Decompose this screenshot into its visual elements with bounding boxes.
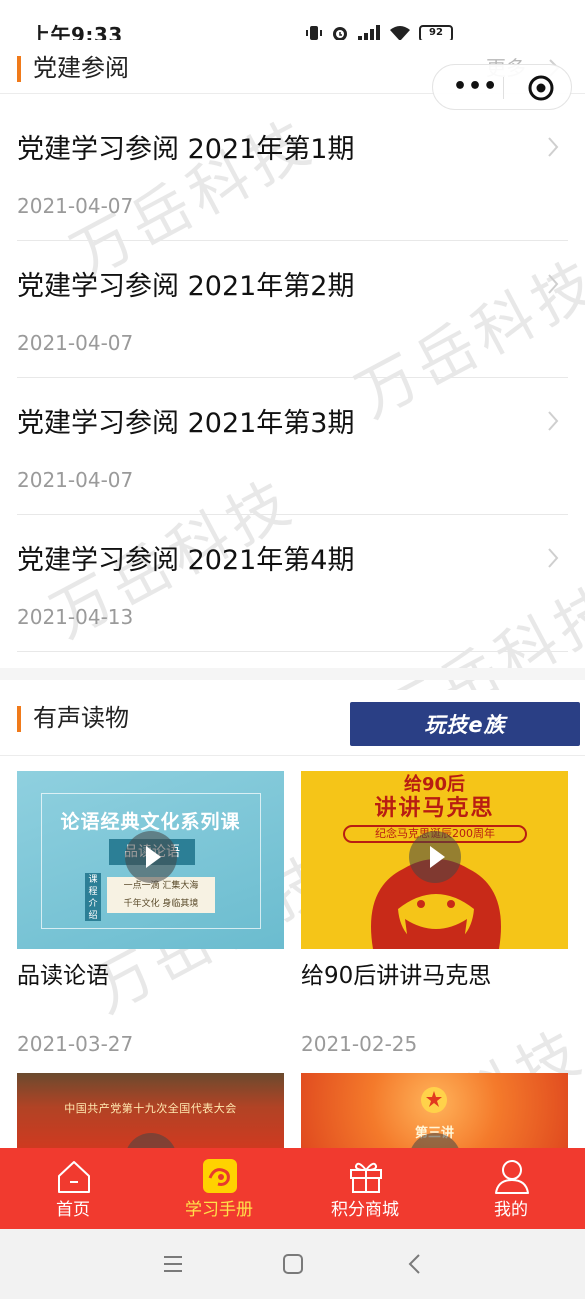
thumbnail-caption: 一点一滴 汇集大海 千年文化 身临其境 [107,877,215,913]
list-item[interactable]: 党建学习参阅 2021年第4期 2021-04-13 [17,515,568,652]
item-date: 2021-04-13 [17,605,134,629]
list-item[interactable]: 党建学习参阅 2021年第3期 2021-04-07 [17,378,568,515]
tab-label: 学习手册 [185,1200,253,1220]
card-thumbnail[interactable]: 给90后 讲讲马克思 纪念马克思诞辰200周年 [301,771,568,949]
emblem-icon [421,1087,447,1113]
list-item[interactable]: 党建学习参阅 2021年第2期 2021-04-07 [17,241,568,378]
brand-banner-text: 玩技e族 [424,713,506,737]
home-square-icon[interactable] [278,1249,308,1279]
thumbnail-subhead: 讲讲马克思 [374,796,495,821]
play-icon[interactable] [125,1133,177,1148]
target-icon[interactable] [527,74,555,102]
thumbnail-caption-line: 千年文化 身临其境 [123,899,199,909]
card-date: 2021-03-27 [17,1032,134,1056]
card-date: 2021-02-25 [301,1032,418,1056]
item-title: 党建学习参阅 2021年第1期 [17,134,355,165]
capsule-divider [503,77,504,99]
study-book-icon [203,1159,237,1193]
section-title: 有声读物 [33,704,129,732]
chevron-right-icon [548,548,559,568]
chevron-right-icon [548,411,559,431]
card-thumbnail[interactable]: 中国共产党第十九次全国代表大会 [17,1073,284,1148]
tab-label: 首页 [56,1200,90,1220]
back-icon[interactable] [400,1249,430,1279]
tab-label: 我的 [494,1200,528,1220]
tab-study[interactable]: 学习手册 [146,1148,292,1229]
thumbnail-headline: 中国共产党第十九次全国代表大会 [64,1102,237,1115]
play-icon[interactable] [409,831,461,883]
section-accent-bar [17,706,21,732]
chevron-right-icon [548,274,559,294]
section-divider [0,668,585,680]
bottom-tab-bar: 首页 学习手册 积分商城 我的 [0,1148,585,1229]
item-date: 2021-04-07 [17,331,134,355]
tab-label: 积分商城 [331,1200,399,1220]
tab-mall[interactable]: 积分商城 [292,1148,438,1229]
system-nav-bar [0,1229,585,1299]
thumbnail-side-label: 课程介绍 [85,873,101,921]
battery-indicator: 92 [419,24,453,42]
brand-banner: 玩技e族 [350,702,580,746]
section-accent-bar [17,56,21,82]
ellipsis-icon[interactable]: ••• [453,75,498,99]
item-title: 党建学习参阅 2021年第4期 [17,545,355,576]
card-thumbnail[interactable]: 第三讲 [301,1073,568,1148]
tab-mine[interactable]: 我的 [438,1148,584,1229]
menu-icon[interactable] [158,1249,188,1279]
card-title[interactable]: 品读论语 [17,960,109,992]
card-thumbnail[interactable]: 论语经典文化系列课 品读论语 课程介绍 一点一滴 汇集大海 千年文化 身临其境 [17,771,284,949]
tab-home[interactable]: 首页 [0,1148,146,1229]
list-item[interactable]: 党建学习参阅 2021年第1期 2021-04-07 [17,104,568,241]
card-title[interactable]: 给90后讲讲马克思 [301,960,491,992]
chevron-right-icon [548,137,559,157]
item-title: 党建学习参阅 2021年第3期 [17,408,355,439]
user-icon [495,1160,529,1194]
item-date: 2021-04-07 [17,468,134,492]
play-icon[interactable] [125,831,177,883]
gift-icon [350,1162,382,1193]
section-title: 党建参阅 [33,54,129,82]
home-icon [58,1161,90,1193]
item-title: 党建学习参阅 2021年第2期 [17,271,355,302]
item-date: 2021-04-07 [17,194,134,218]
thumbnail-headline: 给90后 [403,774,466,795]
